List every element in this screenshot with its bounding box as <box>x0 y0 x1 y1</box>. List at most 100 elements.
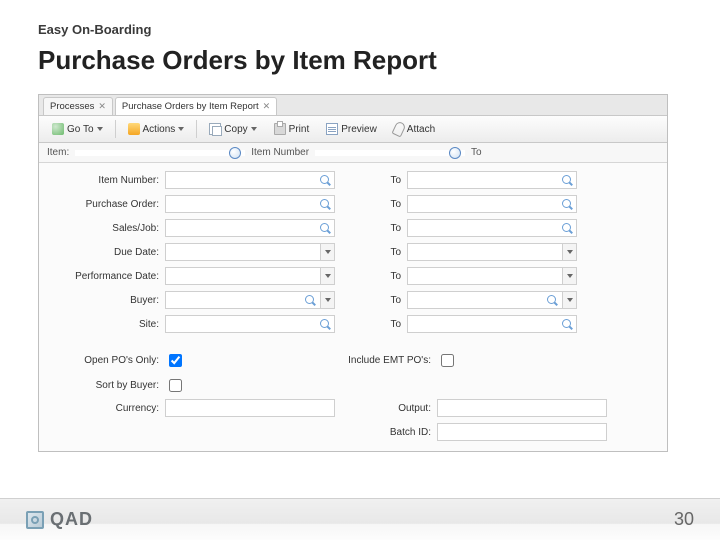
search-icon[interactable] <box>561 318 573 330</box>
checkbox-open-po-only[interactable] <box>169 354 182 367</box>
input-output[interactable] <box>437 399 607 417</box>
input-site-from[interactable] <box>165 315 335 333</box>
output-row: Currency: Output: Batch ID: <box>39 395 667 451</box>
search-icon[interactable] <box>561 222 573 234</box>
close-icon[interactable]: ✕ <box>98 101 106 112</box>
filter-item-value[interactable] <box>75 150 245 156</box>
document-tabs: Processes ✕ Purchase Orders by Item Repo… <box>39 95 667 116</box>
input-buyer-to[interactable] <box>407 291 577 309</box>
label-include-emt: Include EMT PO's: <box>341 355 431 366</box>
input-currency[interactable] <box>165 399 335 417</box>
criteria-form: Item Number: To Purchase Order: To Sales… <box>39 163 667 345</box>
input-salesjob-from[interactable] <box>165 219 335 237</box>
label-performance-date: Performance Date: <box>49 271 159 282</box>
preview-icon <box>326 123 338 135</box>
search-icon[interactable] <box>546 294 558 306</box>
filter-col1-value[interactable] <box>315 150 465 156</box>
goto-button[interactable]: Go To <box>45 120 110 138</box>
chevron-down-icon <box>251 127 257 131</box>
slide-footer: QAD 30 <box>0 498 720 540</box>
checkbox-sort-by-buyer[interactable] <box>169 379 182 392</box>
input-batch-id[interactable] <box>437 423 607 441</box>
search-icon[interactable] <box>319 222 331 234</box>
input-duedate-to[interactable] <box>407 243 577 261</box>
search-icon[interactable] <box>319 318 331 330</box>
options-row: Open PO's Only: Include EMT PO's: Sort b… <box>39 345 667 395</box>
print-button[interactable]: Print <box>267 120 317 138</box>
chevron-down-icon <box>178 127 184 131</box>
filter-bar: Item: Item Number To <box>39 143 667 163</box>
label-open-po-only: Open PO's Only: <box>49 355 159 366</box>
print-label: Print <box>289 124 310 135</box>
label-to: To <box>341 199 401 210</box>
input-item-number-from[interactable] <box>165 171 335 189</box>
page-title: Purchase Orders by Item Report <box>38 45 682 76</box>
chevron-down-icon <box>97 127 103 131</box>
label-to: To <box>341 295 401 306</box>
application-window: Processes ✕ Purchase Orders by Item Repo… <box>38 94 668 452</box>
separator <box>196 120 197 138</box>
input-perfdate-from[interactable] <box>165 267 335 285</box>
checkbox-include-emt[interactable] <box>441 354 454 367</box>
attach-button[interactable]: Attach <box>387 119 442 139</box>
paperclip-icon <box>391 121 406 138</box>
actions-icon <box>128 123 140 135</box>
search-icon[interactable] <box>561 174 573 186</box>
label-output: Output: <box>341 403 431 414</box>
input-perfdate-to[interactable] <box>407 267 577 285</box>
separator <box>115 120 116 138</box>
label-to: To <box>341 223 401 234</box>
chevron-down-icon[interactable] <box>562 268 576 284</box>
label-item-number: Item Number: <box>49 175 159 186</box>
label-batch-id: Batch ID: <box>341 427 431 438</box>
search-icon[interactable] <box>561 198 573 210</box>
search-icon[interactable] <box>319 198 331 210</box>
actions-button[interactable]: Actions <box>121 120 192 138</box>
close-icon[interactable]: ✕ <box>263 101 271 112</box>
label-purchase-order: Purchase Order: <box>49 199 159 210</box>
chevron-down-icon[interactable] <box>320 292 334 308</box>
tab-label: Processes <box>50 101 94 112</box>
slide-eyebrow: Easy On-Boarding <box>38 22 682 37</box>
brand-logo: QAD <box>26 509 93 530</box>
logo-icon <box>26 511 44 529</box>
label-to: To <box>341 247 401 258</box>
label-site: Site: <box>49 319 159 330</box>
page-number: 30 <box>674 509 694 530</box>
tab-po-by-item-report[interactable]: Purchase Orders by Item Report ✕ <box>115 97 277 115</box>
copy-label: Copy <box>224 124 247 135</box>
chevron-down-icon[interactable] <box>562 244 576 260</box>
preview-label: Preview <box>341 124 377 135</box>
input-buyer-from[interactable] <box>165 291 335 309</box>
input-po-from[interactable] <box>165 195 335 213</box>
input-site-to[interactable] <box>407 315 577 333</box>
chevron-down-icon[interactable] <box>320 244 334 260</box>
label-to: To <box>341 271 401 282</box>
input-item-number-to[interactable] <box>407 171 577 189</box>
input-salesjob-to[interactable] <box>407 219 577 237</box>
copy-icon <box>209 123 221 135</box>
label-to: To <box>341 175 401 186</box>
copy-button[interactable]: Copy <box>202 120 263 138</box>
input-duedate-from[interactable] <box>165 243 335 261</box>
chevron-down-icon[interactable] <box>562 292 576 308</box>
input-po-to[interactable] <box>407 195 577 213</box>
actions-label: Actions <box>143 124 176 135</box>
preview-button[interactable]: Preview <box>319 120 384 138</box>
label-buyer: Buyer: <box>49 295 159 306</box>
label-due-date: Due Date: <box>49 247 159 258</box>
search-icon[interactable] <box>319 174 331 186</box>
chevron-down-icon[interactable] <box>320 268 334 284</box>
goto-icon <box>52 123 64 135</box>
filter-col2-label: To <box>471 147 482 158</box>
filter-col1-label: Item Number <box>251 147 309 158</box>
search-icon[interactable] <box>304 294 316 306</box>
label-sort-by-buyer: Sort by Buyer: <box>49 380 159 391</box>
toolbar: Go To Actions Copy Print Preview <box>39 116 667 143</box>
label-to: To <box>341 319 401 330</box>
filter-item-label: Item: <box>47 147 69 158</box>
brand-text: QAD <box>50 509 93 530</box>
tab-label: Purchase Orders by Item Report <box>122 101 259 112</box>
print-icon <box>274 123 286 135</box>
tab-processes[interactable]: Processes ✕ <box>43 97 113 115</box>
